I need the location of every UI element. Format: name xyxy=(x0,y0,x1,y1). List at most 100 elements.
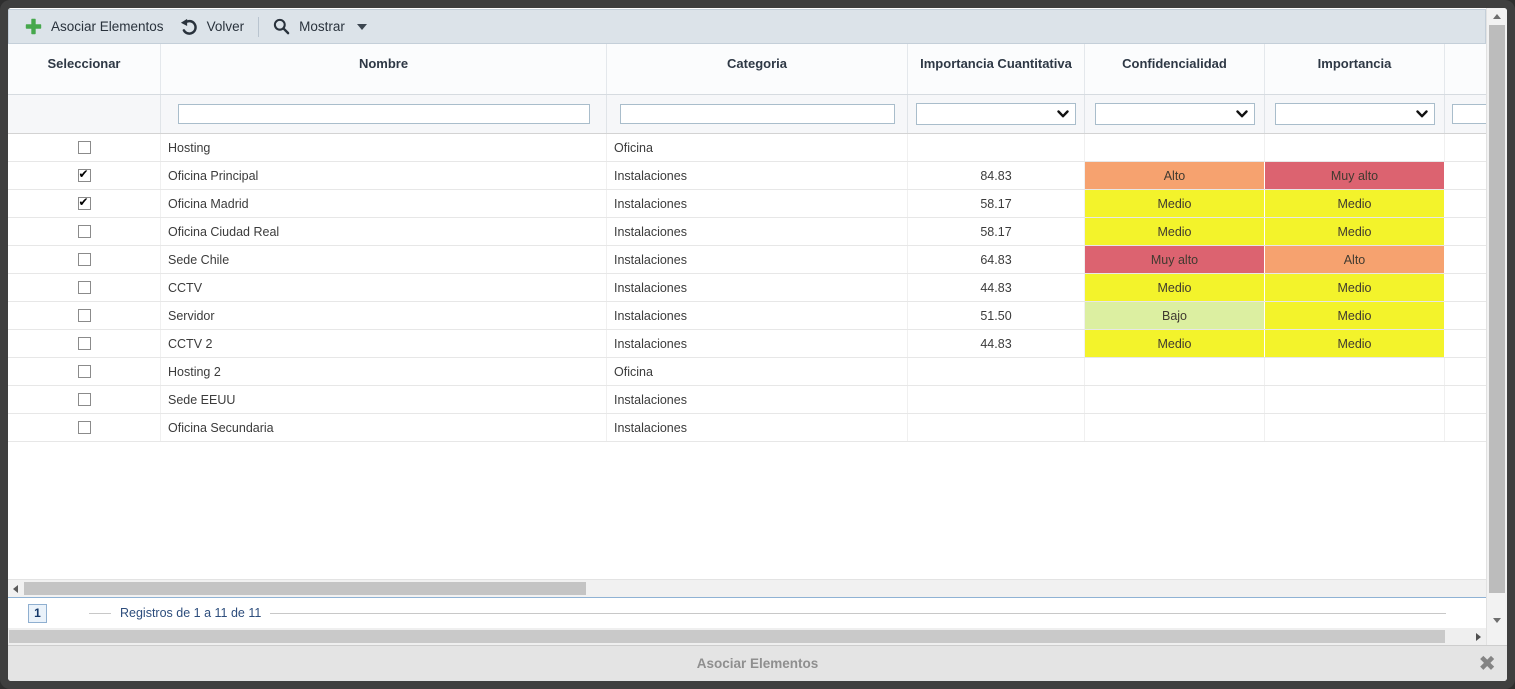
row-select-checkbox[interactable] xyxy=(78,225,91,238)
importancia-cell: Medio xyxy=(1265,190,1445,217)
toolbar-separator xyxy=(258,17,259,37)
table-row: CCTVInstalaciones44.83MedioMedio xyxy=(8,274,1486,302)
confidencialidad-cell: Medio xyxy=(1085,218,1265,245)
mostrar-label: Mostrar xyxy=(299,19,345,34)
scroll-up-button[interactable] xyxy=(1487,8,1507,24)
importancia-cuantitativa-cell: 51.50 xyxy=(908,302,1085,329)
categoria-cell: Instalaciones xyxy=(607,386,908,413)
nombre-cell: Servidor xyxy=(161,302,607,329)
column-header-confidencialidad[interactable]: Confidencialidad xyxy=(1085,44,1265,94)
vertical-scrollbar-track[interactable] xyxy=(1487,594,1507,612)
asociar-elementos-label: Asociar Elementos xyxy=(51,19,164,34)
records-rule-right xyxy=(270,613,1446,614)
categoria-cell: Instalaciones xyxy=(607,218,908,245)
confidencialidad-cell xyxy=(1085,414,1265,441)
filter-row xyxy=(8,95,1486,134)
table-body: HostingOficinaOficina PrincipalInstalaci… xyxy=(8,134,1486,579)
vertical-scrollbar[interactable] xyxy=(1486,8,1507,628)
extra-filter-input[interactable] xyxy=(1452,104,1486,124)
nombre-filter-cell xyxy=(161,95,607,133)
modal-title: Asociar Elementos xyxy=(697,656,819,671)
horizontal-scrollbar-thumb[interactable] xyxy=(24,582,586,595)
records-summary: Registros de 1 a 11 de 11 xyxy=(89,606,1446,620)
row-select-checkbox[interactable] xyxy=(78,253,91,266)
nombre-cell: Oficina Secundaria xyxy=(161,414,607,441)
row-select-checkbox[interactable] xyxy=(78,393,91,406)
extra-cell xyxy=(1445,162,1486,189)
undo-icon xyxy=(180,18,198,36)
confidencialidad-filter-select[interactable] xyxy=(1095,103,1255,125)
row-select-checkbox[interactable] xyxy=(78,169,91,182)
nombre-cell: Sede EEUU xyxy=(161,386,607,413)
importancia-filter-cell xyxy=(1265,95,1445,133)
importancia-cell: Medio xyxy=(1265,274,1445,301)
records-rule-left xyxy=(89,613,111,614)
vertical-scrollbar-thumb[interactable] xyxy=(1489,25,1505,593)
importancia-cuantitativa-cell xyxy=(908,386,1085,413)
importancia-cuantitativa-cell: 84.83 xyxy=(908,162,1085,189)
volver-button[interactable]: Volver xyxy=(172,10,253,43)
arrow-right-icon xyxy=(1476,633,1481,641)
confidencialidad-cell: Medio xyxy=(1085,274,1265,301)
nombre-cell: Sede Chile xyxy=(161,246,607,273)
table-row: Oficina SecundariaInstalaciones xyxy=(8,414,1486,442)
importancia-cuantitativa-filter-select[interactable] xyxy=(916,103,1076,125)
column-header-importancia-cuantitativa[interactable]: Importancia Cuantitativa xyxy=(908,44,1085,94)
importancia-cell: Medio xyxy=(1265,330,1445,357)
scroll-down-button[interactable] xyxy=(1487,612,1507,628)
select-cell xyxy=(8,330,161,357)
page-button-1[interactable]: 1 xyxy=(28,604,47,623)
modal-horizontal-scrollbar[interactable] xyxy=(8,628,1486,645)
column-header-extra xyxy=(1445,44,1486,94)
importancia-filter-select[interactable] xyxy=(1275,103,1435,125)
extra-cell xyxy=(1445,414,1486,441)
nombre-filter-input[interactable] xyxy=(178,104,590,124)
confidencialidad-cell xyxy=(1085,386,1265,413)
importancia-cell: Muy alto xyxy=(1265,162,1445,189)
asociar-elementos-button[interactable]: Asociar Elementos xyxy=(17,10,172,43)
extra-cell xyxy=(1445,330,1486,357)
modal-scroll-right-button[interactable] xyxy=(1471,628,1486,645)
importancia-cuantitativa-filter-cell xyxy=(908,95,1085,133)
mostrar-button[interactable]: Mostrar xyxy=(265,10,375,43)
importancia-cell: Medio xyxy=(1265,302,1445,329)
column-header-categoria[interactable]: Categoria xyxy=(607,44,908,94)
extra-cell xyxy=(1445,302,1486,329)
table-row: Sede ChileInstalaciones64.83Muy altoAlto xyxy=(8,246,1486,274)
scroll-left-button[interactable] xyxy=(8,580,23,597)
close-icon[interactable]: ✖ xyxy=(1478,653,1496,674)
modal-horizontal-scrollbar-thumb[interactable] xyxy=(9,630,1445,643)
table-row: Sede EEUUInstalaciones xyxy=(8,386,1486,414)
row-select-checkbox[interactable] xyxy=(78,309,91,322)
nombre-cell: CCTV xyxy=(161,274,607,301)
pagination-bar: 1 Registros de 1 a 11 de 11 xyxy=(8,598,1486,628)
row-select-checkbox[interactable] xyxy=(78,197,91,210)
row-select-checkbox[interactable] xyxy=(78,281,91,294)
select-cell xyxy=(8,386,161,413)
confidencialidad-cell: Medio xyxy=(1085,330,1265,357)
horizontal-scrollbar-track[interactable] xyxy=(23,582,1484,595)
row-select-checkbox[interactable] xyxy=(78,365,91,378)
extra-cell xyxy=(1445,386,1486,413)
row-select-checkbox[interactable] xyxy=(78,141,91,154)
categoria-filter-input[interactable] xyxy=(620,104,895,124)
confidencialidad-cell: Medio xyxy=(1085,190,1265,217)
column-header-nombre[interactable]: Nombre xyxy=(161,44,607,94)
importancia-cuantitativa-cell xyxy=(908,134,1085,161)
table-row: Oficina Ciudad RealInstalaciones58.17Med… xyxy=(8,218,1486,246)
scrollbar-corner xyxy=(1486,628,1507,645)
table-row: Hosting 2Oficina xyxy=(8,358,1486,386)
modal-scroll-row xyxy=(8,628,1507,645)
select-cell xyxy=(8,134,161,161)
row-select-checkbox[interactable] xyxy=(78,337,91,350)
confidencialidad-cell: Muy alto xyxy=(1085,246,1265,273)
table-horizontal-scrollbar[interactable] xyxy=(8,579,1486,597)
categoria-cell: Instalaciones xyxy=(607,246,908,273)
select-cell xyxy=(8,302,161,329)
row-select-checkbox[interactable] xyxy=(78,421,91,434)
importancia-cuantitativa-cell: 44.83 xyxy=(908,274,1085,301)
column-header-importancia[interactable]: Importancia xyxy=(1265,44,1445,94)
nombre-cell: Hosting 2 xyxy=(161,358,607,385)
nombre-cell: CCTV 2 xyxy=(161,330,607,357)
column-header-seleccionar[interactable]: Seleccionar xyxy=(8,44,161,94)
